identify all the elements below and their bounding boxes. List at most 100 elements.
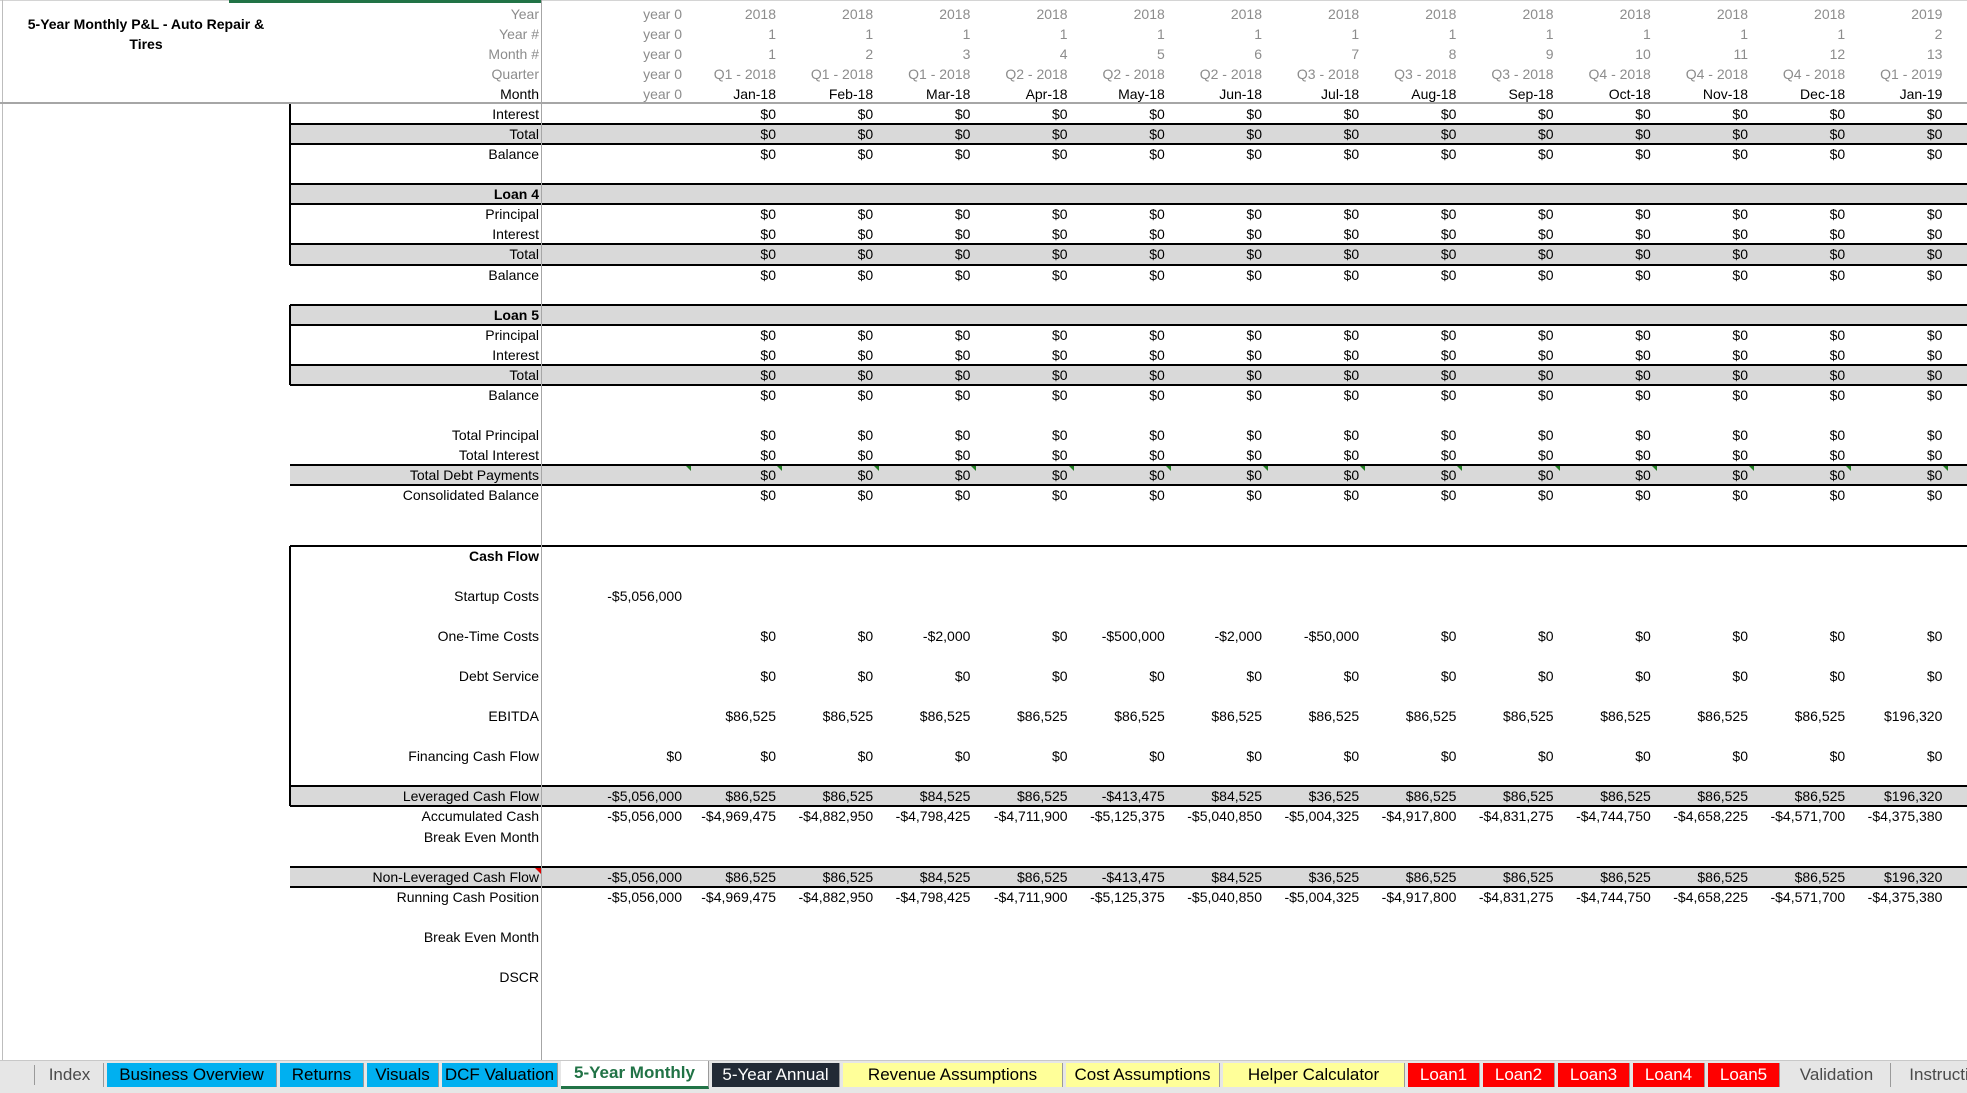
row-label[interactable]: Principal xyxy=(290,204,539,224)
sheet-tab-business-overview[interactable]: Business Overview xyxy=(107,1063,277,1087)
cell-month-2[interactable]: 2 xyxy=(781,44,873,64)
cell-month-12[interactable]: $0 xyxy=(1753,425,1846,445)
cell-month-5[interactable]: -$500,000 xyxy=(1073,626,1165,646)
cell-month-9[interactable]: 1 xyxy=(1462,24,1554,44)
cell-month-1[interactable]: $0 xyxy=(684,666,776,686)
cell-month-6[interactable]: -$5,040,850 xyxy=(1170,887,1262,907)
cell-month-5[interactable]: $0 xyxy=(1073,124,1165,144)
cell-month-7[interactable]: $0 xyxy=(1267,325,1360,345)
cell-month-3[interactable]: $0 xyxy=(878,746,971,766)
cell-month-2[interactable]: 2018 xyxy=(781,4,873,24)
cell-month-2[interactable]: $0 xyxy=(781,345,874,365)
cell-month-6[interactable]: $0 xyxy=(1170,666,1262,686)
row-label[interactable]: Financing Cash Flow xyxy=(290,746,539,766)
cell-month-10[interactable]: $0 xyxy=(1559,666,1651,686)
cell-month-1[interactable]: $0 xyxy=(684,626,776,646)
cell-month-12[interactable]: $0 xyxy=(1753,104,1846,124)
cell-month-1[interactable]: $86,525 xyxy=(684,867,776,887)
cell-month-1[interactable]: $0 xyxy=(684,465,776,485)
sheet-tab-cost-assumptions[interactable]: Cost Assumptions xyxy=(1066,1063,1220,1087)
cell-month-4[interactable]: $0 xyxy=(976,385,1068,405)
cell-month-13[interactable]: -$4,375,380 xyxy=(1850,806,1943,826)
row-label[interactable]: Balance xyxy=(290,385,539,405)
cell-month-2[interactable]: $0 xyxy=(781,485,874,505)
cell-month-3[interactable]: $86,525 xyxy=(878,706,971,726)
cell-month-8[interactable]: $86,525 xyxy=(1364,867,1457,887)
cell-month-5[interactable]: Q2 - 2018 xyxy=(1073,64,1165,84)
cell-month-11[interactable]: $0 xyxy=(1656,345,1748,365)
cell-month-11[interactable]: $0 xyxy=(1656,144,1748,164)
cell-month-4[interactable]: $0 xyxy=(976,265,1068,285)
cell-month-10[interactable]: $86,525 xyxy=(1559,706,1651,726)
cell-month-8[interactable]: $0 xyxy=(1364,325,1457,345)
cell-month-8[interactable]: 1 xyxy=(1364,24,1457,44)
cell-month-6[interactable]: $86,525 xyxy=(1170,706,1262,726)
cell-month-9[interactable]: $86,525 xyxy=(1462,706,1554,726)
cell-month-3[interactable]: $0 xyxy=(878,144,971,164)
cell-month-7[interactable]: -$5,004,325 xyxy=(1267,887,1359,907)
cell-month-11[interactable]: $0 xyxy=(1656,325,1748,345)
cell-month-10[interactable]: -$4,744,750 xyxy=(1559,806,1651,826)
cell-month-12[interactable]: $0 xyxy=(1753,485,1846,505)
cell-month-9[interactable]: $0 xyxy=(1462,485,1554,505)
cell-year0[interactable]: year 0 xyxy=(560,64,682,84)
cell-month-11[interactable]: $0 xyxy=(1656,265,1748,285)
cell-month-4[interactable]: $0 xyxy=(976,425,1068,445)
cell-month-12[interactable]: 2018 xyxy=(1753,4,1845,24)
cell-month-3[interactable]: $0 xyxy=(878,425,971,445)
cell-month-8[interactable]: Q3 - 2018 xyxy=(1364,64,1456,84)
cell-month-8[interactable]: $0 xyxy=(1364,265,1457,285)
cell-month-6[interactable]: $0 xyxy=(1170,345,1262,365)
cell-month-7[interactable]: $0 xyxy=(1267,124,1360,144)
cell-month-4[interactable]: Q2 - 2018 xyxy=(976,64,1067,84)
cell-month-2[interactable]: $86,525 xyxy=(781,786,874,806)
cell-month-7[interactable]: -$50,000 xyxy=(1267,626,1359,646)
cell-month-1[interactable]: $86,525 xyxy=(684,706,776,726)
cell-month-3[interactable]: $0 xyxy=(878,224,971,244)
cell-month-5[interactable]: $0 xyxy=(1073,244,1165,264)
cell-month-9[interactable]: $0 xyxy=(1462,124,1554,144)
cell-month-1[interactable]: $0 xyxy=(684,425,776,445)
cell-month-9[interactable]: $0 xyxy=(1462,244,1554,264)
cell-month-12[interactable]: -$4,571,700 xyxy=(1753,806,1845,826)
cell-month-1[interactable]: $0 xyxy=(684,485,776,505)
cell-year0[interactable]: year 0 xyxy=(560,4,682,24)
row-label[interactable]: Total Principal xyxy=(290,425,539,445)
cell-month-11[interactable]: $0 xyxy=(1656,224,1748,244)
sheet-tab-revenue-assumptions[interactable]: Revenue Assumptions xyxy=(843,1063,1063,1087)
sheet-tab-loan4[interactable]: Loan4 xyxy=(1633,1063,1705,1087)
cell-month-4[interactable]: -$4,711,900 xyxy=(976,806,1068,826)
cell-month-9[interactable]: $86,525 xyxy=(1462,786,1554,806)
cell-month-4[interactable]: $0 xyxy=(976,345,1068,365)
cell-month-9[interactable]: $0 xyxy=(1462,345,1554,365)
cell-month-12[interactable]: $86,525 xyxy=(1753,786,1846,806)
cell-month-5[interactable]: $0 xyxy=(1073,385,1165,405)
cell-month-1[interactable]: $0 xyxy=(684,265,776,285)
cell-month-9[interactable]: -$4,831,275 xyxy=(1462,806,1554,826)
cell-month-12[interactable]: $0 xyxy=(1753,144,1846,164)
cell-month-6[interactable]: $0 xyxy=(1170,224,1262,244)
cell-month-3[interactable]: $0 xyxy=(878,325,971,345)
cell-month-4[interactable]: $86,525 xyxy=(976,786,1068,806)
cell-month-5[interactable]: -$413,475 xyxy=(1073,786,1165,806)
cell-month-7[interactable]: $0 xyxy=(1267,385,1360,405)
cell-month-11[interactable]: $0 xyxy=(1656,445,1748,465)
cell-month-1[interactable]: $0 xyxy=(684,445,776,465)
cell-month-4[interactable]: 1 xyxy=(976,24,1068,44)
cell-month-12[interactable]: $0 xyxy=(1753,385,1846,405)
row-label[interactable]: Non-Leveraged Cash Flow xyxy=(290,867,539,887)
cell-year0[interactable]: -$5,056,000 xyxy=(560,586,682,606)
cell-month-3[interactable]: $0 xyxy=(878,204,971,224)
cell-month-10[interactable]: $0 xyxy=(1559,626,1651,646)
cell-month-13[interactable]: 2019 xyxy=(1850,4,1942,24)
cell-month-5[interactable]: $0 xyxy=(1073,365,1165,385)
cell-month-5[interactable]: 5 xyxy=(1073,44,1165,64)
cell-month-4[interactable]: 2018 xyxy=(976,4,1067,24)
cell-month-9[interactable]: $0 xyxy=(1462,104,1554,124)
cell-month-7[interactable]: $0 xyxy=(1267,104,1360,124)
cell-month-12[interactable]: 12 xyxy=(1753,44,1846,64)
cell-month-13[interactable]: $0 xyxy=(1850,244,1943,264)
sheet-tab-loan2[interactable]: Loan2 xyxy=(1483,1063,1555,1087)
cell-month-8[interactable]: -$4,917,800 xyxy=(1364,806,1457,826)
cell-month-9[interactable]: 2018 xyxy=(1462,4,1553,24)
